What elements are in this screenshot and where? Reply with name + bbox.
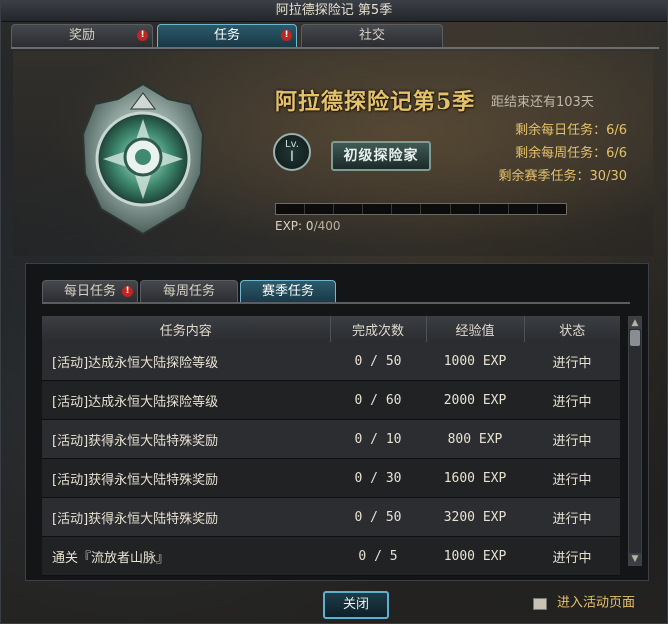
quest-status: 进行中 bbox=[524, 419, 620, 459]
exp-label: EXP: bbox=[275, 219, 303, 233]
table-row[interactable]: 通关『流放者山脉』 0 / 5 1000 EXP 进行中 bbox=[42, 536, 620, 576]
emblem-badge-icon bbox=[81, 82, 205, 236]
scroll-thumb[interactable] bbox=[630, 330, 640, 346]
season-header: 阿拉德探险记第5季 距结束还有103天 Lv. I 初级探险家 剩余每日任务：6… bbox=[13, 51, 653, 256]
alert-icon: ! bbox=[137, 30, 148, 41]
table-row[interactable]: [活动]达成永恒大陆探险等级 0 / 50 1000 EXP 进行中 bbox=[42, 342, 620, 381]
tab-weekly-quests[interactable]: 每周任务 bbox=[140, 280, 238, 303]
quest-table: 任务内容 完成次数 经验值 状态 [活动]达成永恒大陆探险等级 0 / 50 1… bbox=[42, 316, 620, 576]
quest-name: [活动]达成永恒大陆探险等级 bbox=[42, 380, 330, 420]
season-title: 阿拉德探险记第5季 bbox=[275, 89, 476, 115]
rank-name: 初级探险家 bbox=[331, 141, 431, 171]
remaining-weekly-label: 剩余每周任务： bbox=[515, 146, 607, 161]
season-countdown: 距结束还有103天 bbox=[491, 95, 594, 110]
remaining-daily-label: 剩余每日任务： bbox=[515, 123, 607, 138]
col-header-status: 状态 bbox=[524, 316, 620, 342]
close-button[interactable]: 关闭 bbox=[323, 591, 389, 619]
exp-current: 0 bbox=[305, 219, 314, 233]
quest-status: 进行中 bbox=[524, 458, 620, 498]
tab-social-label: 社交 bbox=[358, 28, 385, 43]
tabs-divider bbox=[11, 47, 659, 49]
tab-rewards-label: 奖励 bbox=[68, 28, 95, 43]
quest-exp: 3200 EXP bbox=[426, 497, 524, 537]
enter-event-page-link[interactable]: 进入活动页面 bbox=[533, 593, 635, 613]
remaining-daily: 剩余每日任务：6/6 bbox=[499, 119, 627, 142]
remaining-daily-value: 6/6 bbox=[606, 123, 627, 138]
col-header-quest: 任务内容 bbox=[42, 316, 331, 342]
quest-name: 通关『流放者山脉』 bbox=[42, 536, 330, 576]
col-header-exp: 经验值 bbox=[426, 316, 525, 342]
tab-rewards[interactable]: 奖励 ! bbox=[11, 24, 153, 47]
table-row[interactable]: [活动]获得永恒大陆特殊奖励 0 / 30 1600 EXP 进行中 bbox=[42, 458, 620, 498]
season-window: 阿拉德探险记 第5季 奖励 ! 任务 ! 社交 阿拉德探险记第5季 距结束还有1… bbox=[0, 0, 668, 624]
enter-event-page-label: 进入活动页面 bbox=[557, 595, 636, 611]
exp-readout: EXP: 0/400 bbox=[275, 219, 341, 233]
tab-social[interactable]: 社交 bbox=[301, 24, 443, 47]
quest-name: [活动]获得永恒大陆特殊奖励 bbox=[42, 419, 330, 459]
table-row[interactable]: [活动]达成永恒大陆探险等级 0 / 60 2000 EXP 进行中 bbox=[42, 380, 620, 420]
quest-exp: 2000 EXP bbox=[426, 380, 524, 420]
exp-progress-bar bbox=[275, 203, 567, 215]
remaining-quests: 剩余每日任务：6/6 剩余每周任务：6/6 剩余赛季任务：30/30 bbox=[499, 119, 627, 188]
alert-icon: ! bbox=[281, 30, 292, 41]
table-header-row: 任务内容 完成次数 经验值 状态 bbox=[42, 316, 620, 342]
quest-name: [活动]获得永恒大陆特殊奖励 bbox=[42, 497, 330, 537]
quest-exp: 1000 EXP bbox=[426, 342, 524, 381]
tab-daily-label: 每日任务 bbox=[63, 284, 116, 299]
scroll-down-icon[interactable]: ▼ bbox=[629, 553, 641, 565]
table-row[interactable]: [活动]获得永恒大陆特殊奖励 0 / 10 800 EXP 进行中 bbox=[42, 419, 620, 459]
tab-season-label: 赛季任务 bbox=[261, 284, 314, 299]
tab-daily-quests[interactable]: 每日任务 ! bbox=[42, 280, 138, 303]
quest-status: 进行中 bbox=[524, 536, 620, 576]
quest-scrollbar[interactable]: ▲ ▼ bbox=[628, 316, 642, 566]
tab-season-quests[interactable]: 赛季任务 bbox=[240, 280, 336, 303]
subtabs-divider bbox=[42, 302, 630, 304]
checkbox-icon[interactable] bbox=[533, 597, 547, 610]
table-row[interactable]: [活动]获得永恒大陆特殊奖励 0 / 50 3200 EXP 进行中 bbox=[42, 497, 620, 537]
quest-panel: 每日任务 ! 每周任务 赛季任务 任务内容 完成次数 经验值 状态 [活动]达成… bbox=[25, 263, 649, 581]
remaining-season-label: 剩余赛季任务： bbox=[498, 169, 590, 184]
top-tabs: 奖励 ! 任务 ! 社交 bbox=[11, 24, 661, 48]
level-value: I bbox=[289, 149, 295, 165]
col-header-count: 完成次数 bbox=[330, 316, 427, 342]
tab-weekly-label: 每周任务 bbox=[162, 284, 215, 299]
tab-quests[interactable]: 任务 ! bbox=[157, 24, 297, 47]
level-badge: Lv. I bbox=[273, 133, 311, 171]
quest-count: 0 / 50 bbox=[330, 497, 426, 537]
quest-sub-tabs: 每日任务 ! 每周任务 赛季任务 bbox=[42, 280, 342, 303]
window-title: 阿拉德探险记 第5季 bbox=[1, 1, 667, 22]
quest-exp: 1600 EXP bbox=[426, 458, 524, 498]
tab-quests-label: 任务 bbox=[213, 28, 240, 43]
remaining-season: 剩余赛季任务：30/30 bbox=[499, 165, 627, 188]
remaining-weekly: 剩余每周任务：6/6 bbox=[499, 142, 627, 165]
quest-count: 0 / 5 bbox=[330, 536, 426, 576]
scroll-up-icon[interactable]: ▲ bbox=[629, 317, 641, 329]
exp-max: /400 bbox=[313, 219, 341, 233]
remaining-season-value: 30/30 bbox=[589, 169, 627, 184]
quest-status: 进行中 bbox=[524, 380, 620, 420]
quest-exp: 1000 EXP bbox=[426, 536, 524, 576]
quest-exp: 800 EXP bbox=[426, 419, 524, 459]
quest-count: 0 / 10 bbox=[330, 419, 426, 459]
quest-status: 进行中 bbox=[524, 342, 620, 381]
quest-count: 0 / 50 bbox=[330, 342, 426, 381]
remaining-weekly-value: 6/6 bbox=[606, 146, 627, 161]
quest-count: 0 / 60 bbox=[330, 380, 426, 420]
alert-icon: ! bbox=[122, 286, 133, 297]
quest-name: [活动]获得永恒大陆特殊奖励 bbox=[42, 458, 330, 498]
quest-name: [活动]达成永恒大陆探险等级 bbox=[42, 342, 330, 381]
quest-count: 0 / 30 bbox=[330, 458, 426, 498]
quest-status: 进行中 bbox=[524, 497, 620, 537]
